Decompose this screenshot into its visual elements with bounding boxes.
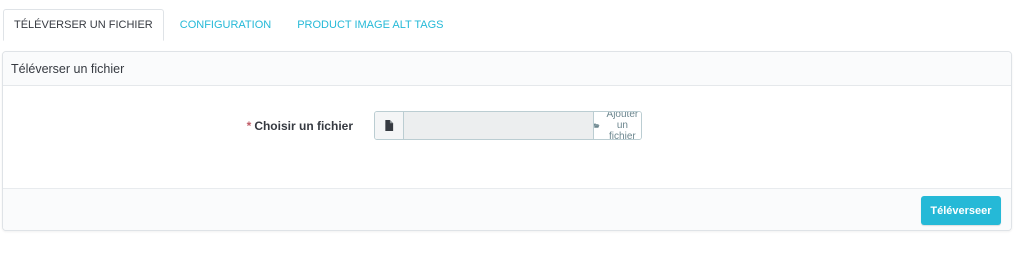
upload-panel: Téléverser un fichier * Choisir un fichie…	[2, 51, 1012, 231]
required-marker: *	[246, 119, 252, 133]
tab-product-image-alt-tags[interactable]: PRODUCT IMAGE ALT TAGS	[285, 9, 455, 41]
folder-open-icon	[594, 123, 600, 128]
panel-heading: Téléverser un fichier	[3, 52, 1011, 86]
tab-label: TÉLÉVERSER UN FICHIER	[14, 19, 153, 31]
panel-body: * Choisir un fichier Ajouter un fichier	[3, 86, 1011, 188]
tab-upload-file[interactable]: TÉLÉVERSER UN FICHIER	[3, 9, 164, 41]
add-file-label: Ajouter un fichier	[606, 111, 639, 140]
tab-label: PRODUCT IMAGE ALT TAGS	[297, 19, 444, 31]
upload-submit-button[interactable]: Téléverseer	[921, 196, 1001, 225]
tab-bar: TÉLÉVERSER UN FICHIER CONFIGURATION PROD…	[3, 9, 1013, 41]
panel-title: Téléverser un fichier	[11, 61, 125, 76]
file-name-input[interactable]	[404, 112, 595, 139]
file-field-label: * Choisir un fichier	[3, 119, 353, 133]
tab-label: CONFIGURATION	[179, 19, 272, 31]
add-file-button[interactable]: Ajouter un fichier	[594, 112, 641, 139]
file-icon	[375, 112, 405, 139]
file-upload-group: Ajouter un fichier	[374, 111, 642, 140]
module-upload-page: TÉLÉVERSER UN FICHIER CONFIGURATION PROD…	[0, 0, 1024, 255]
file-label-text: Choisir un fichier	[254, 119, 353, 133]
file-icon-glyph	[385, 120, 394, 131]
panel-footer: Téléverseer	[3, 188, 1011, 230]
tab-configuration[interactable]: CONFIGURATION	[168, 9, 283, 41]
